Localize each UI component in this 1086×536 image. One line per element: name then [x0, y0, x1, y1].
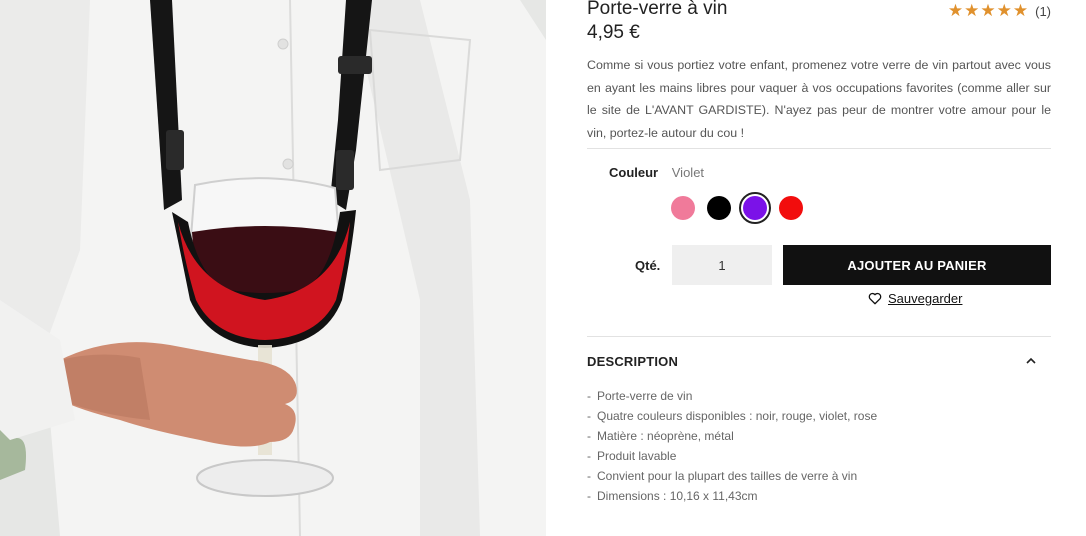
swatch-rose[interactable] [671, 196, 695, 220]
swatch-violet[interactable] [739, 192, 771, 224]
add-to-cart-button[interactable]: AJOUTER AU PANIER [783, 245, 1051, 285]
product-title: Porte-verre à vin [587, 0, 728, 19]
quantity-label: Qté. [635, 258, 661, 273]
divider [587, 148, 1051, 149]
divider [587, 336, 1051, 337]
list-item: - Dimensions : 10,16 x 11,43cm [587, 489, 758, 503]
swatch-rouge[interactable] [779, 196, 803, 220]
save-to-wishlist-link[interactable]: Sauvegarder [868, 291, 962, 306]
color-option-row: Couleur Violet [609, 165, 704, 180]
star-icon: ★ [996, 1, 1012, 20]
rating-stars: ★ ★ ★ ★ ★ [948, 2, 1028, 20]
star-icon: ★ [964, 1, 980, 20]
heart-icon [868, 292, 882, 305]
color-label: Couleur [609, 165, 659, 180]
list-item: - Convient pour la plupart des tailles de… [587, 469, 858, 483]
product-price: 4,95 € [587, 22, 640, 43]
star-icon: ★ [947, 1, 964, 20]
star-icon: ★ [980, 1, 996, 20]
quantity-input[interactable] [672, 245, 772, 285]
list-item: - Produit lavable [587, 449, 677, 463]
product-rating[interactable]: ★ ★ ★ ★ ★ (1) [948, 2, 1051, 20]
title-row: Porte-verre à vin ★ ★ ★ ★ ★ (1) [587, 0, 1051, 24]
save-label: Sauvegarder [888, 291, 963, 306]
product-description: Comme si vous portiez votre enfant, prom… [587, 58, 1051, 140]
color-value: Violet [671, 165, 705, 180]
swatch-noir[interactable] [707, 196, 731, 220]
product-photo-illustration [0, 0, 546, 536]
color-swatches [671, 192, 803, 224]
description-section-title[interactable]: DESCRIPTION [587, 354, 678, 369]
list-item: - Quatre couleurs disponibles : noir, rou… [587, 409, 878, 423]
list-item: - Matière : néoprène, métal [587, 429, 734, 443]
star-icon: ★ [1012, 1, 1029, 20]
list-item: - Porte-verre de vin [587, 389, 693, 403]
description-bullets: - Porte-verre de vin - Quatre couleurs dis… [587, 386, 877, 506]
chevron-up-icon[interactable] [1024, 354, 1038, 368]
review-count[interactable]: (1) [1035, 4, 1051, 19]
product-image [0, 0, 546, 536]
